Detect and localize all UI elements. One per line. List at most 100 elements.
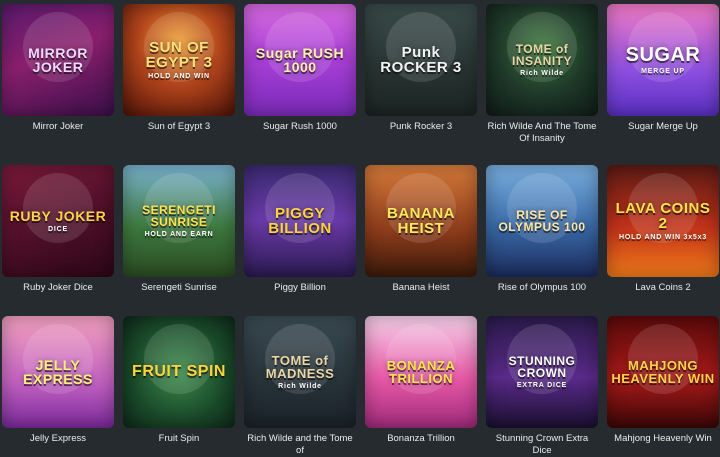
game-tile[interactable]: FRUIT SPIN Fruit Spin (123, 316, 235, 445)
game-logo-art: PIGGY BILLION (244, 206, 356, 236)
game-logo-art: TOME of MADNESS Rich Wilde (244, 354, 356, 390)
game-tile[interactable]: BANANA HEIST Banana Heist (365, 165, 477, 294)
game-thumbnail[interactable]: SUN OF EGYPT 3 HOLD AND WIN (123, 4, 235, 116)
game-title[interactable]: Jelly Express (2, 433, 114, 445)
game-thumbnail[interactable]: MAHJONG HEAVENLY WIN (607, 316, 719, 428)
game-logo-art: MAHJONG HEAVENLY WIN (607, 359, 719, 385)
game-logo-text: LAVA COINS 2 (615, 200, 711, 232)
game-thumbnail[interactable]: BANANA HEIST (365, 165, 477, 277)
game-thumbnail[interactable]: Punk ROCKER 3 (365, 4, 477, 116)
game-logo-art: Sugar RUSH 1000 (244, 46, 356, 74)
game-title[interactable]: Piggy Billion (244, 282, 356, 294)
game-logo-text: JELLY EXPRESS (23, 357, 93, 387)
game-tile[interactable]: MAHJONG HEAVENLY WIN Mahjong Heavenly Win (607, 316, 719, 445)
game-logo-text: MIRROR JOKER (28, 45, 88, 75)
game-logo-text: RUBY JOKER (9, 208, 107, 224)
game-title[interactable]: Banana Heist (365, 282, 477, 294)
game-logo-art: Punk ROCKER 3 (365, 45, 477, 75)
game-thumbnail[interactable]: PIGGY BILLION (244, 165, 356, 277)
game-logo-text: TOME of MADNESS (265, 353, 335, 381)
game-logo-text: Sugar RUSH 1000 (255, 45, 345, 75)
game-logo-art: JELLY EXPRESS (2, 358, 114, 386)
game-logo-text: BANANA HEIST (387, 205, 455, 237)
game-title[interactable]: Lava Coins 2 (607, 282, 719, 294)
game-title[interactable]: Sun of Egypt 3 (123, 121, 235, 133)
game-logo-subtitle: HOLD AND WIN (148, 73, 210, 80)
game-tile[interactable]: Punk ROCKER 3 Punk Rocker 3 (365, 4, 477, 133)
game-tile[interactable]: SUGAR MERGE UP Sugar Merge Up (607, 4, 719, 133)
game-logo-text: STUNNING CROWN (508, 354, 576, 380)
game-tile[interactable]: SUN OF EGYPT 3 HOLD AND WIN Sun of Egypt 3 (123, 4, 235, 133)
game-logo-text: PIGGY BILLION (268, 205, 332, 237)
game-title[interactable]: Punk Rocker 3 (365, 121, 477, 133)
game-grid: MIRROR JOKER Mirror Joker SUN OF EGYPT 3 HO… (0, 0, 720, 456)
game-title[interactable]: Mirror Joker (2, 121, 114, 133)
game-thumbnail[interactable]: BONANZA TRILLION (365, 316, 477, 428)
game-title[interactable]: Sugar Rush 1000 (244, 121, 356, 133)
game-logo-text: BONANZA TRILLION (386, 358, 456, 386)
game-logo-art: RISE OF OLYMPUS 100 (486, 209, 598, 233)
game-tile[interactable]: Sugar RUSH 1000 Sugar Rush 1000 (244, 4, 356, 133)
game-logo-subtitle: DICE (48, 226, 68, 233)
game-thumbnail[interactable]: TOME of INSANITY Rich Wilde (486, 4, 598, 116)
game-logo-art: SUGAR MERGE UP (622, 45, 705, 75)
game-thumbnail[interactable]: LAVA COINS 2 HOLD AND WIN 3x5x3 (607, 165, 719, 277)
game-tile[interactable]: PIGGY BILLION Piggy Billion (244, 165, 356, 294)
game-title[interactable]: Rise of Olympus 100 (486, 282, 598, 294)
game-logo-text: SUGAR (625, 44, 701, 66)
game-title[interactable]: Ruby Joker Dice (2, 282, 114, 294)
game-logo-text: Punk ROCKER 3 (380, 44, 462, 76)
game-thumbnail[interactable]: JELLY EXPRESS (2, 316, 114, 428)
game-tile[interactable]: STUNNING CROWN EXTRA DICE Stunning Crown E… (486, 316, 598, 457)
game-title[interactable]: Fruit Spin (123, 433, 235, 445)
game-thumbnail[interactable]: MIRROR JOKER (2, 4, 114, 116)
game-thumbnail[interactable]: RISE OF OLYMPUS 100 (486, 165, 598, 277)
game-title[interactable]: Sugar Merge Up (607, 121, 719, 133)
game-thumbnail[interactable]: STUNNING CROWN EXTRA DICE (486, 316, 598, 428)
game-logo-subtitle: EXTRA DICE (516, 382, 568, 389)
game-logo-text: SERENGETI SUNRISE (142, 203, 216, 229)
game-logo-text: SUN OF EGYPT 3 (145, 39, 213, 71)
game-logo-art: STUNNING CROWN EXTRA DICE (486, 355, 598, 389)
artwork-glow (144, 324, 214, 394)
game-logo-art: LAVA COINS 2 HOLD AND WIN 3x5x3 (607, 201, 719, 241)
game-tile[interactable]: RISE OF OLYMPUS 100 Rise of Olympus 100 (486, 165, 598, 294)
game-tile[interactable]: LAVA COINS 2 HOLD AND WIN 3x5x3 Lava Coins… (607, 165, 719, 294)
game-logo-art: RUBY JOKER DICE (6, 209, 111, 233)
game-thumbnail[interactable]: RUBY JOKER DICE (2, 165, 114, 277)
game-thumbnail[interactable]: TOME of MADNESS Rich Wilde (244, 316, 356, 428)
game-tile[interactable]: MIRROR JOKER Mirror Joker (2, 4, 114, 133)
game-logo-text: FRUIT SPIN (132, 363, 226, 380)
game-logo-text: RISE OF OLYMPUS 100 (498, 208, 586, 234)
game-logo-subtitle: HOLD AND EARN (144, 231, 214, 238)
game-thumbnail[interactable]: Sugar RUSH 1000 (244, 4, 356, 116)
game-title[interactable]: Stunning Crown Extra Dice (486, 433, 598, 457)
game-tile[interactable]: TOME of INSANITY Rich Wilde Rich Wilde And… (486, 4, 598, 145)
game-thumbnail[interactable]: SUGAR MERGE UP (607, 4, 719, 116)
game-logo-subtitle: HOLD AND WIN 3x5x3 (618, 234, 708, 241)
game-tile[interactable]: SERENGETI SUNRISE HOLD AND EARN Serengeti … (123, 165, 235, 294)
game-tile[interactable]: BONANZA TRILLION Bonanza Trillion (365, 316, 477, 445)
game-title[interactable]: Bonanza Trillion (365, 433, 477, 445)
game-logo-text: TOME of INSANITY (511, 42, 572, 68)
game-title[interactable]: Mahjong Heavenly Win (607, 433, 719, 445)
game-tile[interactable]: JELLY EXPRESS Jelly Express (2, 316, 114, 445)
game-title[interactable]: Rich Wilde And The Tome Of Insanity (486, 121, 598, 145)
game-logo-art: BONANZA TRILLION (365, 359, 477, 385)
game-logo-art: TOME of INSANITY Rich Wilde (486, 43, 598, 77)
game-thumbnail[interactable]: SERENGETI SUNRISE HOLD AND EARN (123, 165, 235, 277)
game-tile[interactable]: RUBY JOKER DICE Ruby Joker Dice (2, 165, 114, 294)
game-logo-subtitle: Rich Wilde (278, 383, 322, 390)
game-thumbnail[interactable]: FRUIT SPIN (123, 316, 235, 428)
game-logo-art: SUN OF EGYPT 3 HOLD AND WIN (123, 40, 235, 80)
game-logo-art: FRUIT SPIN (128, 364, 230, 380)
game-logo-subtitle: MERGE UP (641, 68, 685, 75)
game-logo-subtitle: Rich Wilde (520, 70, 564, 77)
game-title[interactable]: Serengeti Sunrise (123, 282, 235, 294)
game-logo-art: SERENGETI SUNRISE HOLD AND EARN (123, 204, 235, 238)
game-tile[interactable]: TOME of MADNESS Rich Wilde Rich Wilde and … (244, 316, 356, 457)
game-logo-art: BANANA HEIST (365, 206, 477, 236)
game-title[interactable]: Rich Wilde and the Tome of (244, 433, 356, 457)
game-logo-art: MIRROR JOKER (2, 46, 114, 74)
game-logo-text: MAHJONG HEAVENLY WIN (611, 358, 715, 386)
